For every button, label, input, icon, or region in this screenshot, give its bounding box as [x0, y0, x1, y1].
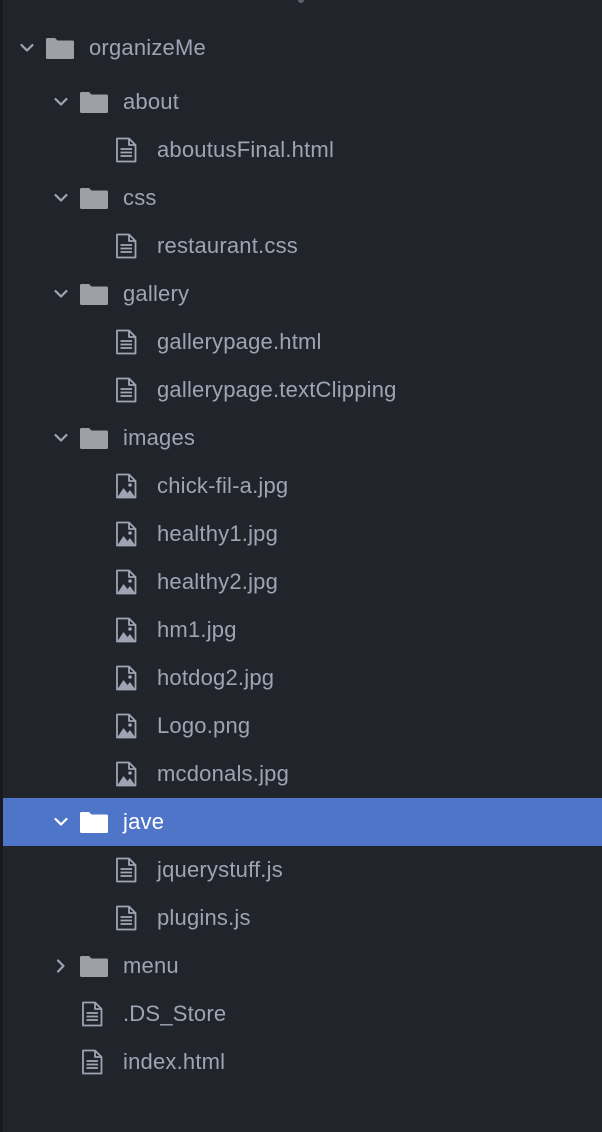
tree-item-label: gallerypage.html [157, 329, 322, 354]
image-file-icon [111, 510, 141, 558]
tree-file-logo-png[interactable]: Logo.png [3, 702, 602, 750]
tree-file-gallerypage-html[interactable]: gallerypage.html [3, 318, 602, 366]
tree-file-healthy1-jpg[interactable]: healthy1.jpg [3, 510, 602, 558]
chevron-down-icon[interactable] [51, 174, 71, 222]
tree-folder-css[interactable]: css [3, 174, 602, 222]
tree-folder-organizeme[interactable]: organizeMe [3, 24, 602, 72]
chevron-right-icon[interactable] [51, 942, 71, 990]
tree-item-label: hotdog2.jpg [157, 665, 275, 690]
tree-item-label: aboutusFinal.html [157, 137, 335, 162]
tree-item-label: jave [123, 809, 165, 834]
file-text-icon [111, 366, 141, 414]
tree-item-label: css [123, 185, 157, 210]
folder-icon [79, 174, 109, 222]
tree-folder-gallery[interactable]: gallery [3, 270, 602, 318]
tree-item-label: chick-fil-a.jpg [157, 473, 289, 498]
tree-file-healthy2-jpg[interactable]: healthy2.jpg [3, 558, 602, 606]
image-file-icon [111, 606, 141, 654]
tree-folder-about[interactable]: about [3, 78, 602, 126]
image-file-icon [111, 558, 141, 606]
tree-item-label: organizeMe [89, 35, 206, 60]
tree-item-label: Logo.png [157, 713, 251, 738]
tree-item-label: plugins.js [157, 905, 251, 930]
image-file-icon [111, 750, 141, 798]
tree-item-label: hm1.jpg [157, 617, 237, 642]
tree-item-label: healthy1.jpg [157, 521, 279, 546]
tree-file-index-html[interactable]: index.html [3, 1038, 602, 1086]
tree-file-restaurant-css[interactable]: restaurant.css [3, 222, 602, 270]
tree-item-label: restaurant.css [157, 233, 298, 258]
file-text-icon [111, 894, 141, 942]
image-file-icon [111, 702, 141, 750]
image-file-icon [111, 654, 141, 702]
file-text-icon [77, 990, 107, 1038]
folder-icon [79, 78, 109, 126]
chevron-down-icon[interactable] [17, 24, 37, 72]
file-text-icon [77, 1038, 107, 1086]
tree-file-aboutusfinal-html[interactable]: aboutusFinal.html [3, 126, 602, 174]
tree-file-ds-store[interactable]: .DS_Store [3, 990, 602, 1038]
chevron-down-icon[interactable] [51, 270, 71, 318]
folder-icon [79, 414, 109, 462]
tree-item-label: gallerypage.textClipping [157, 377, 397, 402]
folder-icon [79, 798, 109, 846]
file-tree-panel: organizeMe about aboutusFinal.html css r… [0, 0, 602, 1132]
file-text-icon [111, 126, 141, 174]
tree-file-plugins-js[interactable]: plugins.js [3, 894, 602, 942]
chevron-down-icon[interactable] [51, 414, 71, 462]
file-text-icon [111, 222, 141, 270]
folder-icon [79, 270, 109, 318]
tree-folder-jave[interactable]: jave [3, 798, 602, 846]
tree-item-label: healthy2.jpg [157, 569, 279, 594]
folder-icon [45, 24, 75, 72]
folder-icon [79, 942, 109, 990]
tree-file-hotdog2-jpg[interactable]: hotdog2.jpg [3, 654, 602, 702]
image-file-icon [111, 462, 141, 510]
chevron-down-icon[interactable] [51, 78, 71, 126]
tree-file-chick-fil-a-jpg[interactable]: chick-fil-a.jpg [3, 462, 602, 510]
file-text-icon [111, 846, 141, 894]
tree-item-label: jquerystuff.js [157, 857, 283, 882]
tree-item-label: images [123, 425, 196, 450]
file-text-icon [111, 318, 141, 366]
tree-folder-images[interactable]: images [3, 414, 602, 462]
tree-item-label: index.html [123, 1049, 226, 1074]
tree-item-label: mcdonals.jpg [157, 761, 290, 786]
chevron-down-icon[interactable] [51, 798, 71, 846]
scroll-indicator [298, 0, 304, 3]
tree-file-gallerypage-textclipping[interactable]: gallerypage.textClipping [3, 366, 602, 414]
tree-item-label: .DS_Store [123, 1001, 227, 1026]
tree-item-label: menu [123, 953, 179, 978]
tree-item-label: about [123, 89, 180, 114]
tree-file-jquerystuff-js[interactable]: jquerystuff.js [3, 846, 602, 894]
tree-item-label: gallery [123, 281, 190, 306]
tree-folder-menu[interactable]: menu [3, 942, 602, 990]
tree-file-hm1-jpg[interactable]: hm1.jpg [3, 606, 602, 654]
tree-file-mcdonals-jpg[interactable]: mcdonals.jpg [3, 750, 602, 798]
